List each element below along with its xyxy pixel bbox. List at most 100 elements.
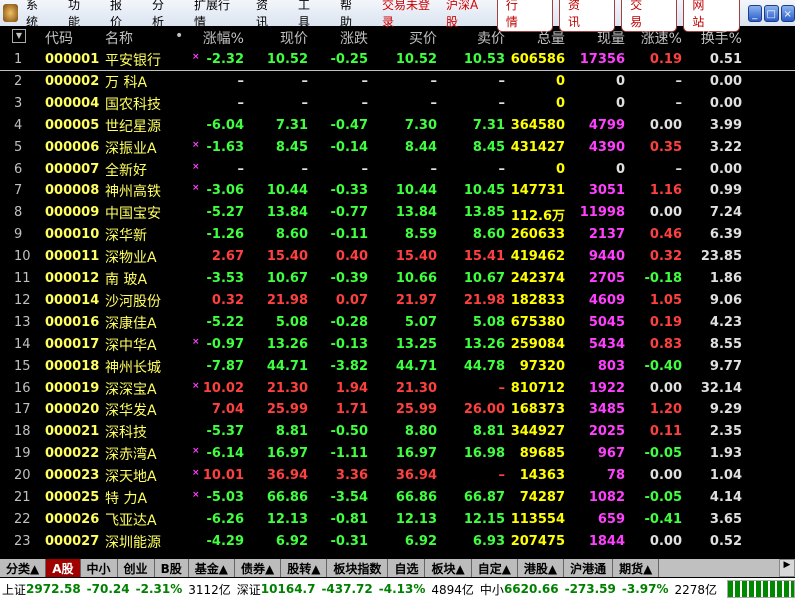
col-code[interactable]: 代码: [45, 28, 73, 48]
speed: –: [675, 95, 683, 111]
table-row[interactable]: 5 000006 深振业A × -1.63 8.45 -0.14 8.44 8.45 431427…: [0, 137, 795, 159]
column-menu-dropdown-icon[interactable]: ▼: [12, 29, 26, 43]
cur-volume: 1844: [588, 533, 625, 549]
bid: 6.92: [404, 533, 437, 549]
row-number: 15: [14, 358, 31, 374]
tab-7[interactable]: 股转▲: [281, 559, 328, 577]
change-pct: -5.22: [206, 314, 244, 330]
table-row[interactable]: 1 000001 平安银行 × -2.32 10.52 -0.25 10.52 10.53 606…: [0, 49, 795, 71]
table-row[interactable]: 14 000017 深中华A × -0.97 13.26 -0.13 13.25 13.26 25…: [0, 334, 795, 356]
volume: 207475: [510, 533, 565, 549]
zx-index[interactable]: 6620.66: [504, 582, 559, 596]
col-turnover[interactable]: 换手%: [701, 28, 742, 48]
stock-name: 中国宝安: [105, 206, 161, 223]
table-row[interactable]: 20 000023 深天地A × 10.01 36.94 3.36 36.94 –14363 78…: [0, 465, 795, 487]
col-ask[interactable]: 卖价: [477, 28, 505, 48]
tab-4[interactable]: B股: [154, 559, 189, 577]
col-change-pct[interactable]: 涨幅%: [203, 28, 244, 48]
speed: 1.16: [649, 183, 682, 199]
stock-code: 000005: [45, 117, 100, 133]
speed: –: [675, 73, 683, 89]
change: 0.07: [335, 292, 368, 308]
row-number: 10: [14, 249, 31, 265]
sz-index[interactable]: 10164.7: [261, 582, 316, 596]
tab-10[interactable]: 板块▲: [425, 559, 472, 577]
ask: 26.00: [463, 402, 505, 418]
col-name[interactable]: 名称: [105, 28, 133, 48]
bid: 44.71: [395, 358, 437, 374]
ask: 10.67: [463, 271, 505, 286]
volume: 168373: [510, 402, 565, 418]
tab-5[interactable]: 基金▲: [188, 559, 235, 577]
table-row[interactable]: 12 000014 沙河股份 0.32 21.98 0.07 21.97 21.98 18283…: [0, 290, 795, 312]
table-row[interactable]: 23 000027 深圳能源 -4.29 6.92 -0.31 6.92 6.93 207475…: [0, 531, 795, 553]
table-row[interactable]: 4 000005 世纪星源 -6.04 7.31 -0.47 7.30 7.31 364580 4…: [0, 115, 795, 137]
tab-2[interactable]: 中小: [80, 559, 118, 577]
col-cur-volume[interactable]: 现量: [597, 28, 625, 48]
tab-14[interactable]: 期货▲: [613, 559, 660, 577]
col-bid[interactable]: 买价: [409, 28, 437, 48]
sh-index[interactable]: 2972.58: [26, 582, 81, 596]
stock-name: 深物业A: [105, 250, 157, 267]
tab-6[interactable]: 债券▲: [234, 559, 282, 577]
close-icon[interactable]: ×: [780, 4, 795, 22]
sz-amount: 4894亿: [431, 582, 474, 597]
volume: 97320: [519, 358, 565, 374]
cur-volume: 1922: [588, 380, 625, 396]
change-pct: -7.87: [206, 358, 244, 374]
change: 1.71: [335, 402, 368, 418]
table-row[interactable]: 15 000018 神州长城 -7.87 44.71 -3.82 44.71 44.78 973…: [0, 356, 795, 378]
table-row[interactable]: 7 000008 神州高铁 × -3.06 10.44 -0.33 10.44 10.45 147…: [0, 180, 795, 202]
price: 25.99: [266, 402, 308, 418]
table-row[interactable]: 22 000026 飞亚达A -6.26 12.13 -0.81 12.13 12.15 113…: [0, 509, 795, 531]
table-row[interactable]: 13 000016 深康佳A -5.22 5.08 -0.28 5.07 5.08 675380…: [0, 312, 795, 334]
change: –: [361, 161, 369, 177]
table-row[interactable]: 19 000022 深赤湾A × -6.14 16.97 -1.11 16.97 16.98 89…: [0, 443, 795, 465]
table-row[interactable]: 16 000019 深深宝A × 10.02 21.30 1.94 21.30 –810712 1…: [0, 378, 795, 400]
tab-13[interactable]: 沪港通: [564, 559, 614, 577]
volume: 431427: [510, 139, 565, 155]
table-row[interactable]: 10 000011 深物业A 2.67 15.40 0.40 15.40 15.41 41946…: [0, 246, 795, 268]
cur-volume: 2025: [588, 424, 625, 440]
scroll-right-icon[interactable]: ▶: [779, 559, 795, 577]
col-volume[interactable]: 总量: [537, 28, 565, 48]
table-row[interactable]: 17 000020 深华发A 7.04 25.99 1.71 25.99 26.00 16837…: [0, 399, 795, 421]
tab-12[interactable]: 港股▲: [517, 559, 565, 577]
price: 15.40: [266, 249, 308, 265]
change: -0.25: [330, 52, 368, 67]
tab-3[interactable]: 创业: [117, 559, 155, 577]
table-row[interactable]: 6 000007 全新好 × – – – – – 0 0 – 0.00: [0, 159, 795, 181]
tab-1[interactable]: A股: [46, 559, 81, 577]
table-row[interactable]: 21 000025 特 力A × -5.03 66.86 -3.54 66.86 66.87 74…: [0, 487, 795, 509]
tab-9[interactable]: 自选: [388, 559, 426, 577]
table-row[interactable]: 9 000010 深华新 -1.26 8.60 -0.11 8.59 8.60 260633 21…: [0, 224, 795, 246]
stock-code: 000011: [45, 249, 100, 265]
minimize-icon[interactable]: _: [747, 4, 762, 22]
turnover: 3.22: [709, 139, 742, 155]
row-number: 8: [14, 205, 23, 221]
volume: 675380: [510, 314, 565, 330]
table-row[interactable]: 3 000004 国农科技 – – – – – 0 0 – 0.00: [0, 93, 795, 115]
market-breadth-indicator: [727, 580, 795, 598]
speed: 0.00: [649, 117, 682, 133]
cur-volume: 5045: [588, 314, 625, 330]
maximize-icon[interactable]: □: [764, 4, 779, 22]
volume: 74287: [519, 490, 565, 505]
change: -0.33: [330, 183, 368, 199]
table-row[interactable]: 11 000012 南 玻A -3.53 10.67 -0.39 10.66 10.67 242…: [0, 268, 795, 290]
speed: -0.05: [644, 490, 682, 505]
stock-name: 特 力A: [105, 491, 148, 507]
turnover: 0.52: [709, 533, 742, 549]
table-row[interactable]: 2 000002 万 科A – – – – – 0 0 – 0.00: [0, 71, 795, 93]
tab-0[interactable]: 分类▲: [0, 559, 47, 577]
table-row[interactable]: 18 000021 深科技 -5.37 8.81 -0.50 8.80 8.81 344927 2…: [0, 421, 795, 443]
price: 13.84: [266, 205, 308, 221]
table-row[interactable]: 8 000009 中国宝安 -5.27 13.84 -0.77 13.84 13.85 112.…: [0, 202, 795, 224]
tab-8[interactable]: 板块指数: [327, 559, 389, 577]
col-speed[interactable]: 涨速%: [641, 28, 682, 48]
tab-11[interactable]: 自定▲: [471, 559, 518, 577]
col-price[interactable]: 现价: [280, 28, 308, 48]
volume: 606586: [510, 52, 565, 67]
col-change[interactable]: 涨跌: [340, 28, 368, 48]
marker: ×: [192, 183, 200, 194]
